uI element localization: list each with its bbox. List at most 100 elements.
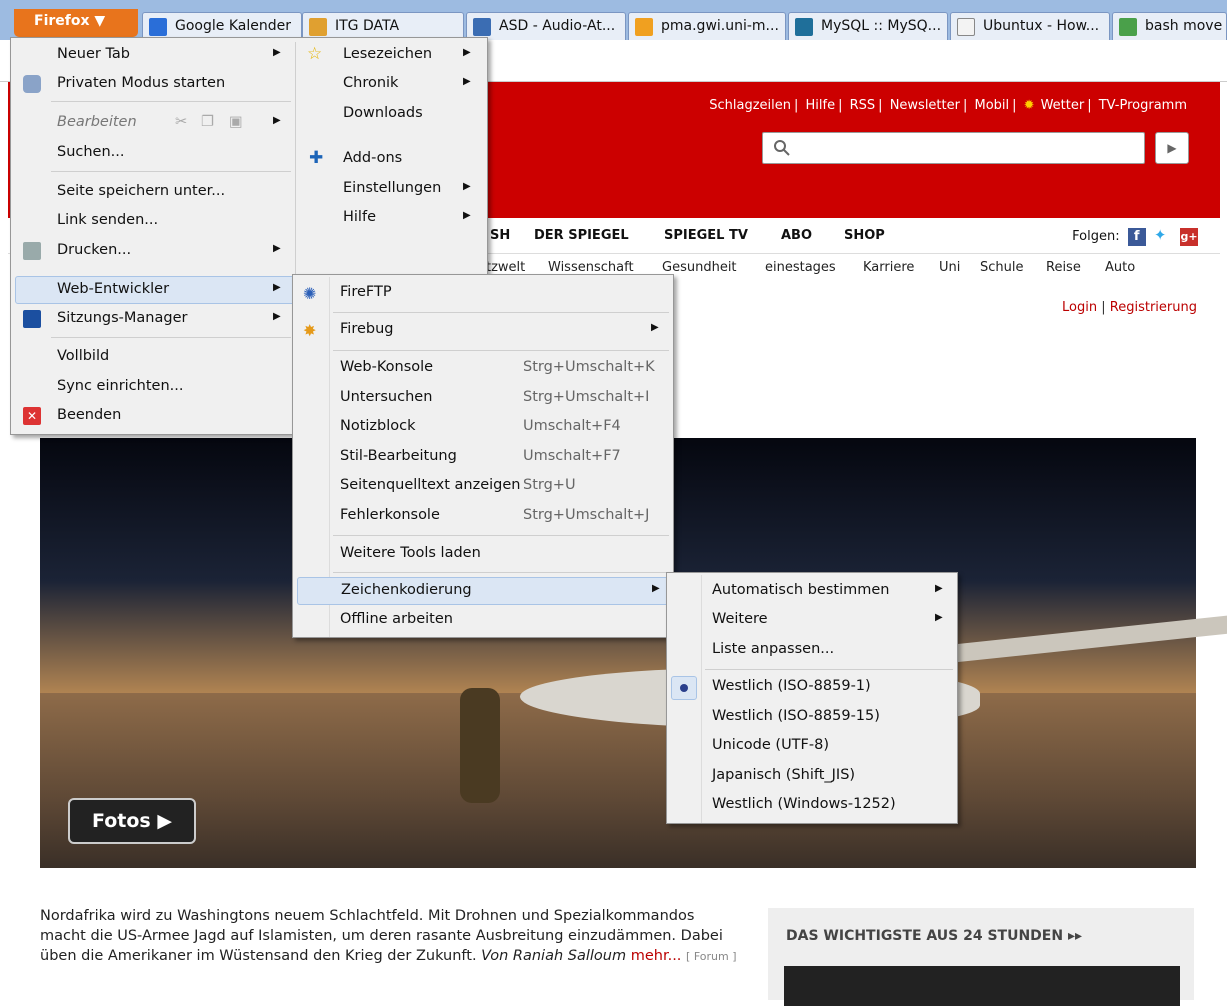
menu-item-fullscreen[interactable]: Vollbild [11, 344, 295, 372]
article-author: Von Raniah Salloum [481, 948, 627, 964]
nav-abo[interactable]: ABO [781, 228, 812, 243]
menu-shortcut: Umschalt+F7 [523, 448, 621, 464]
tab-bash-move[interactable]: bash move [1112, 12, 1227, 40]
menu-label: Privaten Modus starten [57, 75, 226, 91]
subnav-item[interactable]: Reise [1046, 260, 1081, 275]
menu-label: Chronik [343, 75, 399, 91]
menu-item-save-page[interactable]: Seite speichern unter... [11, 179, 295, 207]
subnav-item[interactable]: Uni [939, 260, 960, 275]
twitter-icon[interactable]: ✦ [1154, 226, 1172, 244]
chevron-right-icon: ▶ [273, 115, 281, 126]
facebook-icon[interactable]: f [1127, 228, 1146, 246]
menu-item-print[interactable]: Drucken... ▶ [11, 238, 295, 266]
top-stories-image[interactable] [784, 966, 1180, 1006]
nav-shop[interactable]: SHOP [844, 228, 885, 243]
article-more-link[interactable]: mehr... [631, 948, 682, 964]
menu-item-style-editor[interactable]: Stil-Bearbeitung Umschalt+F7 [293, 444, 673, 472]
menu-item-shift-jis[interactable]: Japanisch (Shift_JIS) [667, 763, 957, 791]
menu-item-sync[interactable]: Sync einrichten... [11, 374, 295, 402]
article-forum-link[interactable]: [ Forum ] [686, 950, 736, 963]
menu-item-bookmarks[interactable]: ☆ Lesezeichen ▶ [299, 42, 485, 70]
menu-item-iso-8859-15[interactable]: Westlich (ISO-8859-15) [667, 704, 957, 732]
tab-title: MySQL :: MySQ... [821, 18, 942, 34]
menu-item-history[interactable]: Chronik ▶ [299, 71, 485, 99]
star-icon: ☆ [307, 44, 323, 64]
link-schlagzeilen[interactable]: Schlagzeilen [709, 98, 791, 113]
link-tv-programm[interactable]: TV-Programm [1099, 98, 1187, 113]
menu-item-help[interactable]: Hilfe ▶ [299, 205, 485, 233]
menu-item-more-tools[interactable]: Weitere Tools laden [293, 541, 673, 569]
top-stories-title[interactable]: DAS WICHTIGSTE AUS 24 STUNDEN ▸▸ [786, 928, 1082, 944]
search-input[interactable] [762, 132, 1145, 164]
link-wetter[interactable]: Wetter [1041, 98, 1085, 113]
nav-item[interactable]: SH [490, 228, 510, 243]
tab-title: Google Kalender [175, 18, 291, 34]
menu-item-utf-8[interactable]: Unicode (UTF-8) [667, 733, 957, 761]
web-developer-submenu: ✺ FireFTP ✸ Firebug ▶ Web-Konsole Strg+U… [292, 274, 674, 638]
menu-item-new-tab[interactable]: Neuer Tab ▶ [11, 42, 295, 70]
menu-item-fireftp[interactable]: ✺ FireFTP [293, 280, 673, 308]
itg-icon [309, 18, 327, 36]
menu-item-find[interactable]: Suchen... [11, 140, 295, 168]
link-mobil[interactable]: Mobil [974, 98, 1009, 113]
subnav-item[interactable]: einestages [765, 260, 836, 275]
menu-item-edit[interactable]: Bearbeiten ✂ ❐ ▣ ▶ [11, 110, 295, 138]
subnav-item[interactable]: Wissenschaft [548, 260, 634, 275]
phpmyadmin-icon [635, 18, 653, 36]
menu-item-iso-8859-1[interactable]: Westlich (ISO-8859-1) [667, 674, 957, 702]
tab-asd[interactable]: ASD - Audio-At... [466, 12, 626, 40]
fotos-button[interactable]: Fotos ▶ [68, 798, 196, 844]
menu-item-windows-1252[interactable]: Westlich (Windows-1252) [667, 792, 957, 820]
menu-item-auto-detect[interactable]: Automatisch bestimmen ▶ [667, 578, 957, 606]
menu-label: Einstellungen [343, 180, 442, 196]
menu-item-settings[interactable]: Einstellungen ▶ [299, 176, 485, 204]
tab-itg-data[interactable]: ITG DATA [302, 12, 464, 40]
menu-item-addons[interactable]: ✚ Add-ons [299, 146, 485, 174]
subnav-item[interactable]: Auto [1105, 260, 1135, 275]
menu-item-quit[interactable]: ✕ Beenden [11, 403, 295, 431]
nav-spiegel-tv[interactable]: SPIEGEL TV [664, 228, 748, 243]
nav-der-spiegel[interactable]: DER SPIEGEL [534, 228, 629, 243]
menu-item-downloads[interactable]: Downloads [299, 101, 485, 129]
chevron-right-icon: ▶ [652, 583, 660, 594]
menu-item-scratchpad[interactable]: Notizblock Umschalt+F4 [293, 414, 673, 442]
menu-item-private-mode[interactable]: Privaten Modus starten [11, 71, 295, 99]
subnav-item[interactable]: Karriere [863, 260, 914, 275]
menu-item-web-console[interactable]: Web-Konsole Strg+Umschalt+K [293, 355, 673, 383]
soldier-figure [460, 688, 500, 803]
link-newsletter[interactable]: Newsletter [890, 98, 960, 113]
menu-item-work-offline[interactable]: Offline arbeiten [293, 607, 673, 635]
chevron-right-icon: ▶ [273, 282, 281, 293]
menu-item-more-encodings[interactable]: Weitere ▶ [667, 607, 957, 635]
menu-item-send-link[interactable]: Link senden... [11, 208, 295, 236]
chevron-right-icon: ▶ [935, 583, 943, 594]
subnav-item[interactable]: tzwelt [486, 260, 525, 275]
login-link[interactable]: Login [1062, 300, 1097, 315]
firefox-menu-button[interactable]: Firefox ▼ [14, 9, 138, 37]
googleplus-icon[interactable]: g+ [1180, 228, 1198, 246]
tab-ubuntux[interactable]: Ubuntux - How... [950, 12, 1110, 40]
sun-icon: ✹ [1023, 98, 1035, 113]
printer-icon [23, 242, 41, 260]
register-link[interactable]: Registrierung [1110, 300, 1197, 315]
link-hilfe[interactable]: Hilfe [806, 98, 836, 113]
menu-item-customize-list[interactable]: Liste anpassen... [667, 637, 957, 665]
subnav-item[interactable]: Schule [980, 260, 1024, 275]
menu-label: Notizblock [340, 418, 416, 434]
tab-phpmyadmin[interactable]: pma.gwi.uni-m... [628, 12, 786, 40]
menu-label: Web-Konsole [340, 359, 434, 375]
menu-item-web-developer[interactable]: Web-Entwickler ▶ [15, 276, 295, 304]
menu-item-view-source[interactable]: Seitenquelltext anzeigen Strg+U [293, 473, 673, 501]
menu-label: Weitere Tools laden [340, 545, 481, 561]
menu-item-character-encoding[interactable]: Zeichenkodierung ▶ [297, 577, 669, 605]
link-rss[interactable]: RSS [850, 98, 876, 113]
menu-item-inspect[interactable]: Untersuchen Strg+Umschalt+I [293, 385, 673, 413]
subnav-item[interactable]: Gesundheit [662, 260, 737, 275]
tab-google-kalender[interactable]: Google Kalender [142, 12, 302, 40]
tab-mysql[interactable]: MySQL :: MySQ... [788, 12, 948, 40]
search-submit-button[interactable]: ▶ [1155, 132, 1189, 164]
menu-item-error-console[interactable]: Fehlerkonsole Strg+Umschalt+J [293, 503, 673, 531]
menu-item-firebug[interactable]: ✸ Firebug ▶ [293, 317, 673, 345]
menu-item-session-manager[interactable]: Sitzungs-Manager ▶ [11, 306, 295, 334]
chevron-right-icon: ▶ [273, 243, 281, 254]
